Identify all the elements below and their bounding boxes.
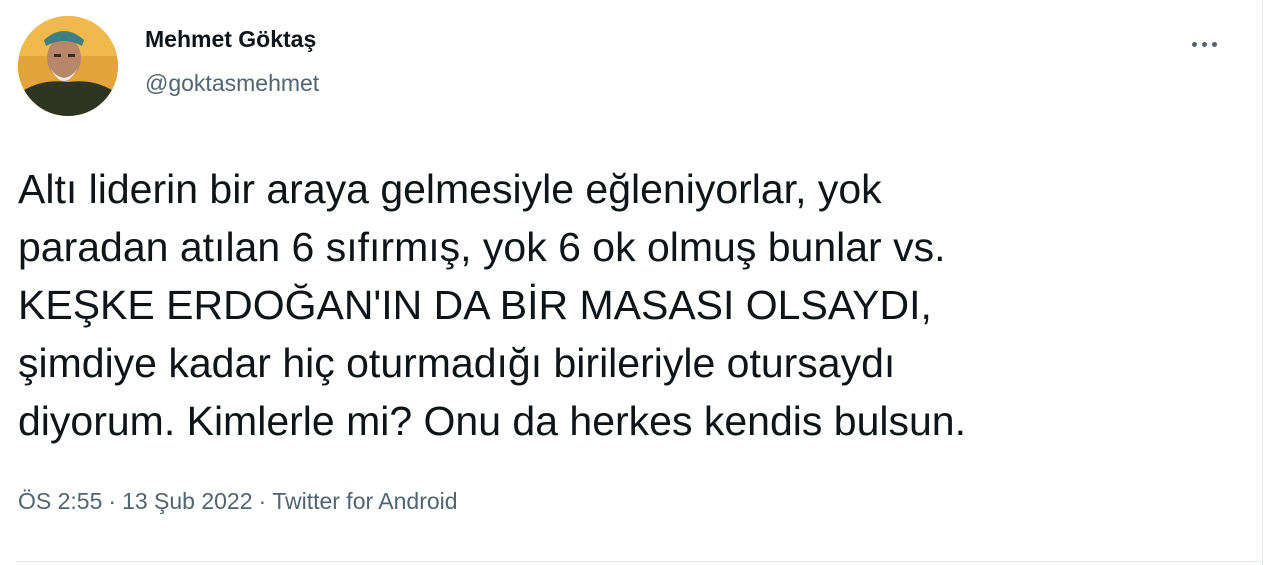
divider — [16, 561, 1262, 562]
divider — [1262, 0, 1263, 565]
meta-separator: · — [258, 488, 267, 514]
author-name[interactable]: Mehmet Göktaş — [145, 26, 316, 53]
tweet-time[interactable]: ÖS 2:55 — [18, 488, 102, 514]
tweet-card: Mehmet Göktaş @goktasmehmet Altı liderin… — [0, 0, 1262, 565]
more-options-icon[interactable] — [1184, 30, 1224, 58]
avatar[interactable] — [18, 16, 118, 116]
tweet-source[interactable]: Twitter for Android — [272, 488, 457, 514]
tweet-text: Altı liderin bir araya gelmesiyle eğleni… — [18, 160, 1248, 450]
tweet-text-line: şimdiye kadar hiç oturmadığı birileriyle… — [18, 340, 896, 386]
tweet-date[interactable]: 13 Şub 2022 — [122, 488, 252, 514]
tweet-text-line: paradan atılan 6 sıfırmış, yok 6 ok olmu… — [18, 224, 946, 270]
avatar-image — [18, 16, 118, 116]
meta-separator: · — [108, 488, 117, 514]
tweet-text-line: KEŞKE ERDOĞAN'IN DA BİR MASASI OLSAYDI, — [18, 282, 932, 328]
author-handle[interactable]: @goktasmehmet — [145, 70, 319, 97]
tweet-text-line: diyorum. Kimlerle mi? Onu da herkes kend… — [18, 398, 966, 444]
tweet-meta: ÖS 2:55 · 13 Şub 2022 · Twitter for Android — [18, 488, 458, 515]
tweet-text-line: Altı liderin bir araya gelmesiyle eğleni… — [18, 166, 882, 212]
